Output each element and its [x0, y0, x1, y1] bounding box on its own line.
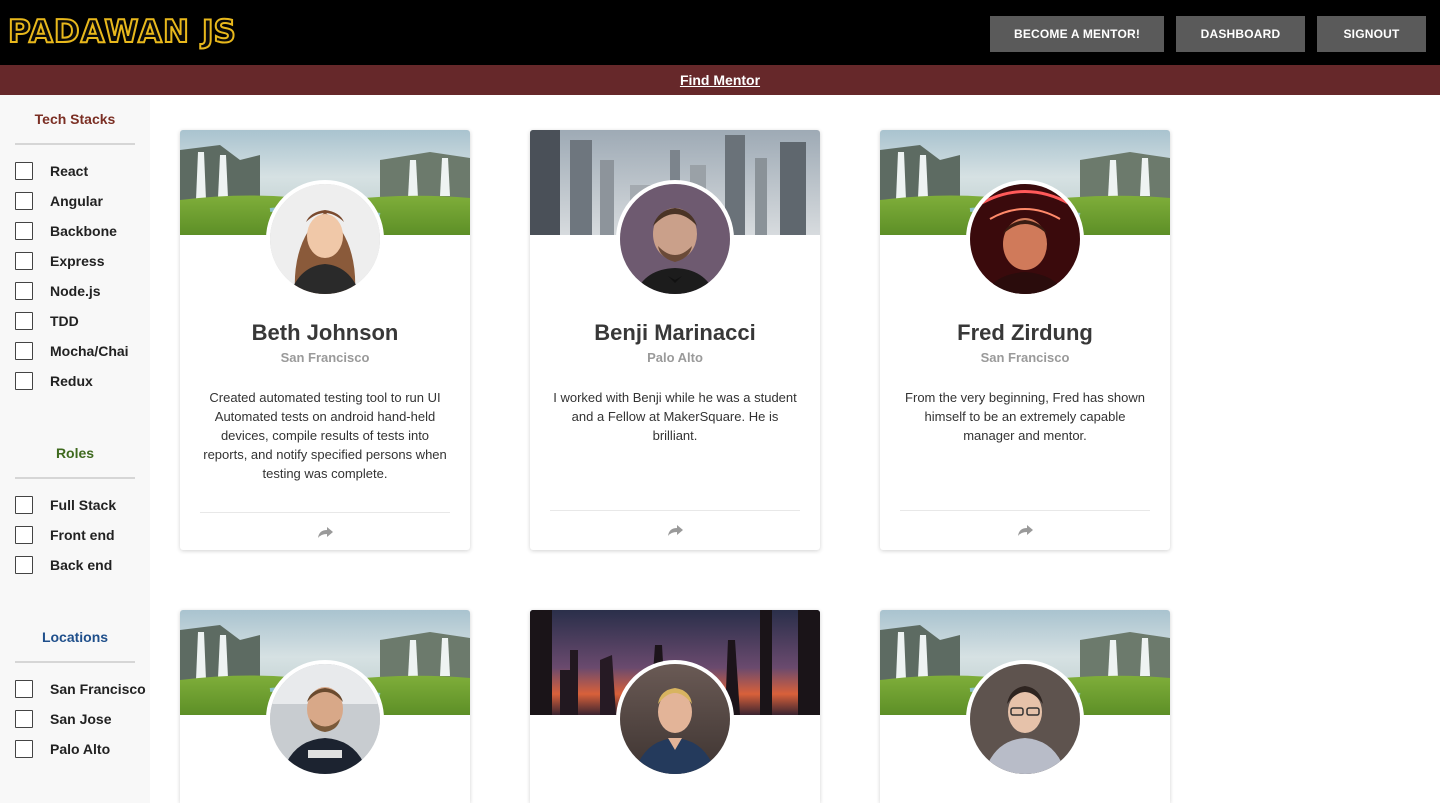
mentor-description: I worked with Benji while he was a stude…: [553, 390, 797, 443]
mentor-card[interactable]: Fred Zirdung San Francisco From the very…: [880, 130, 1170, 550]
padawan-js-logo[interactable]: PADAWAN JS: [7, 10, 237, 54]
filter-item-san-jose[interactable]: San Jose: [15, 709, 111, 729]
checkbox[interactable]: [15, 740, 33, 758]
mentor-location: San Francisco: [280, 350, 370, 365]
roles-filter: Roles Full Stack Front end Back end: [0, 443, 150, 574]
filter-label: React: [50, 163, 89, 179]
filter-item-backbone[interactable]: Backbone: [15, 221, 117, 241]
checkbox[interactable]: [15, 496, 33, 514]
checkbox[interactable]: [15, 162, 33, 180]
share-arrow-icon[interactable]: [666, 522, 684, 538]
filter-item-palo-alto[interactable]: Palo Alto: [15, 739, 110, 759]
checkbox[interactable]: [15, 282, 33, 300]
filter-item-react[interactable]: React: [15, 161, 88, 181]
mentor-card[interactable]: [530, 610, 820, 803]
filter-label: Mocha/Chai: [50, 343, 129, 359]
checkbox[interactable]: [15, 312, 33, 330]
filter-label: Front end: [50, 527, 115, 543]
checkbox[interactable]: [15, 710, 33, 728]
filter-label: Express: [50, 253, 105, 269]
checkbox[interactable]: [15, 680, 33, 698]
filter-label: San Jose: [50, 711, 112, 727]
checkbox[interactable]: [15, 252, 33, 270]
signout-button[interactable]: SIGNOUT: [1317, 16, 1426, 52]
mentor-name[interactable]: Beth Johnson: [180, 320, 470, 346]
card-divider: [900, 510, 1150, 511]
checkbox[interactable]: [15, 372, 33, 390]
card-divider: [550, 510, 800, 511]
mentor-card[interactable]: [180, 610, 470, 803]
filter-label: Palo Alto: [50, 741, 111, 757]
mentor-name[interactable]: Fred Zirdung: [880, 320, 1170, 346]
mentor-card[interactable]: Benji Marinacci Palo Alto I worked with …: [530, 130, 820, 550]
filter-item-back-end[interactable]: Back end: [15, 555, 112, 575]
filter-label: Backbone: [50, 223, 117, 239]
filter-item-front-end[interactable]: Front end: [15, 525, 115, 545]
locations-filter: Locations San Francisco San Jose Palo Al…: [0, 627, 150, 758]
mentor-avatar: [616, 660, 734, 778]
mentor-avatar: [266, 180, 384, 298]
filter-item-nodejs[interactable]: Node.js: [15, 281, 101, 301]
locations-title: Locations: [41, 629, 109, 645]
filter-item-redux[interactable]: Redux: [15, 371, 93, 391]
filter-label: TDD: [50, 313, 79, 329]
find-mentor-link[interactable]: Find Mentor: [680, 72, 760, 88]
dashboard-button[interactable]: DASHBOARD: [1176, 16, 1305, 52]
filter-item-san-francisco[interactable]: San Francisco: [15, 679, 146, 699]
filter-item-tdd[interactable]: TDD: [15, 311, 79, 331]
filter-label: Full Stack: [50, 497, 117, 513]
checkbox[interactable]: [15, 526, 33, 544]
checkbox[interactable]: [15, 222, 33, 240]
mentor-card[interactable]: [880, 610, 1170, 803]
filter-label: Angular: [50, 193, 103, 209]
mentor-avatar: [616, 180, 734, 298]
filter-label: Back end: [50, 557, 113, 573]
mentor-avatar: [266, 660, 384, 778]
share-arrow-icon[interactable]: [1016, 522, 1034, 538]
filter-sidebar: Tech Stacks React Angular Backbone Expre…: [0, 95, 150, 803]
card-divider: [200, 512, 450, 513]
roles-divider: [15, 477, 135, 479]
become-mentor-button[interactable]: BECOME A MENTOR!: [990, 16, 1164, 52]
tech-stacks-divider: [15, 143, 135, 145]
filter-item-full-stack[interactable]: Full Stack: [15, 495, 116, 515]
mentor-location: Palo Alto: [647, 350, 703, 365]
checkbox[interactable]: [15, 342, 33, 360]
logo-suffix: JS: [201, 13, 237, 51]
mentor-location: San Francisco: [980, 350, 1070, 365]
filter-item-express[interactable]: Express: [15, 251, 104, 271]
filter-item-mocha-chai[interactable]: Mocha/Chai: [15, 341, 129, 361]
sub-navbar: Find Mentor: [0, 65, 1440, 95]
filter-label: Node.js: [50, 283, 101, 299]
filter-item-angular[interactable]: Angular: [15, 191, 103, 211]
tech-stacks-filter: Tech Stacks React Angular Backbone Expre…: [0, 109, 150, 390]
mentor-name[interactable]: Benji Marinacci: [530, 320, 820, 346]
share-arrow-icon[interactable]: [316, 524, 334, 540]
locations-divider: [15, 661, 135, 663]
filter-label: San Francisco: [50, 681, 146, 697]
mentor-description: From the very beginning, Fred has shown …: [905, 390, 1145, 443]
filter-label: Redux: [50, 373, 93, 389]
top-navbar: PADAWAN JS BECOME A MENTOR! DASHBOARD SI…: [0, 0, 1440, 65]
mentor-card[interactable]: Beth Johnson San Francisco Created autom…: [180, 130, 470, 550]
tech-stacks-title: Tech Stacks: [34, 111, 116, 127]
mentor-avatar: [966, 660, 1084, 778]
logo-text: PADAWAN: [7, 13, 190, 51]
checkbox[interactable]: [15, 192, 33, 210]
mentor-avatar: [966, 180, 1084, 298]
roles-title: Roles: [55, 445, 95, 461]
checkbox[interactable]: [15, 556, 33, 574]
mentor-description: Created automated testing tool to run UI…: [203, 390, 447, 481]
